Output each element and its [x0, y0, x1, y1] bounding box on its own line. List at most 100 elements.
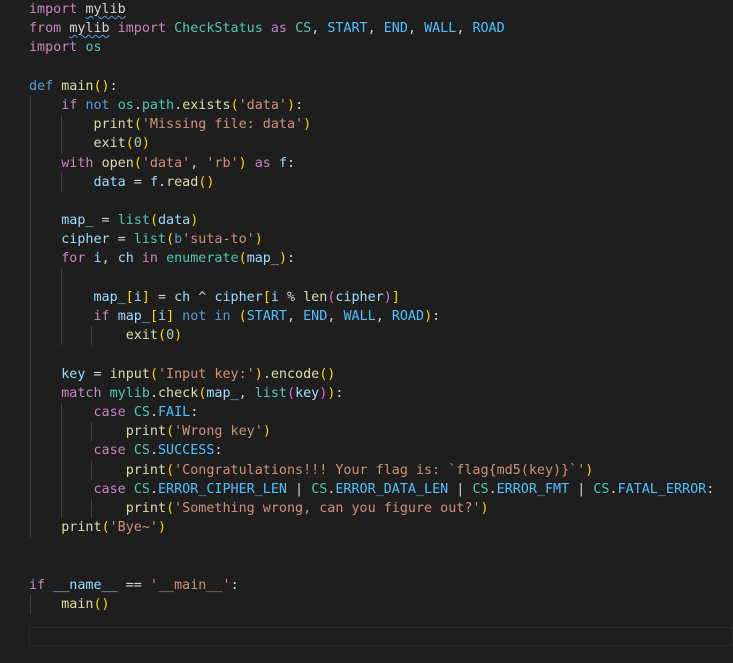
code-token: )	[254, 232, 263, 248]
code-line[interactable]	[29, 345, 733, 365]
code-token: 'Something wrong, can you figure out?'	[174, 500, 481, 516]
line-number	[0, 211, 4, 230]
code-line[interactable]: match mylib.check(map_, list(key)):	[29, 383, 733, 403]
code-token: if	[29, 577, 54, 593]
code-line[interactable]: case CS.SUCCESS:	[29, 441, 733, 461]
code-token: main	[61, 596, 94, 612]
code-token: =	[109, 232, 134, 248]
code-line[interactable]: if __name__ == '__main__':	[29, 576, 733, 595]
code-token: ROAD	[391, 309, 425, 324]
indent-guide	[60, 402, 62, 423]
code-token: START	[327, 21, 368, 37]
code-token: ERROR_CIPHER_LEN	[158, 481, 287, 497]
code-token: check	[158, 385, 199, 401]
code-token: CS	[593, 481, 610, 497]
code-token: ,	[327, 309, 344, 324]
code-token: case	[93, 404, 134, 420]
code-token: data	[158, 213, 191, 229]
code-area[interactable]: import mylib from mylib import CheckStatu…	[29, 0, 733, 652]
code-token: key	[61, 366, 86, 382]
code-token: .	[149, 385, 158, 401]
code-token: )	[254, 366, 263, 382]
indent-guide	[30, 441, 31, 461]
code-line[interactable]: print('Wrong key')	[29, 422, 733, 442]
code-token: [	[262, 289, 271, 305]
code-token: ,	[101, 251, 118, 267]
code-line[interactable]	[29, 191, 733, 212]
code-token: 'data'	[141, 155, 191, 171]
code-line[interactable]: map_[i] = ch ^ cipher[i % len(cipher)]	[29, 287, 733, 307]
code-token: WALL	[424, 21, 457, 37]
code-line[interactable]: def main():	[29, 77, 733, 96]
code-line[interactable]: case CS.FAIL:	[29, 402, 733, 423]
code-line[interactable]: if map_[i] not in (START, END, WALL, ROA…	[29, 307, 733, 327]
line-number	[0, 576, 4, 595]
code-token: ()	[319, 366, 336, 382]
indent-guide	[60, 441, 62, 461]
code-line[interactable]: from mylib import CheckStatus as CS, STA…	[29, 19, 733, 38]
code-line[interactable]: print('Congratulations!!! Your flag is: …	[29, 460, 733, 480]
indent-guide	[60, 460, 62, 480]
code-line[interactable]	[29, 556, 733, 575]
code-line[interactable]: print('Something wrong, can you figure o…	[29, 498, 733, 519]
code-token: not	[85, 97, 118, 113]
code-line[interactable]: print('Missing file: data')	[29, 115, 733, 135]
code-token: :	[287, 155, 296, 171]
current-line-highlight	[29, 627, 733, 646]
code-line[interactable]	[29, 537, 733, 556]
code-line[interactable]: data = f.read()	[29, 172, 733, 192]
code-line[interactable]: if not os.path.exists('data'):	[29, 95, 733, 116]
code-token: def	[29, 78, 62, 94]
code-line[interactable]: exit(0)	[29, 326, 733, 346]
code-token: path	[141, 97, 175, 113]
code-line[interactable]: map_ = list(data)	[29, 211, 733, 231]
code-token: case	[93, 481, 134, 497]
code-token: as	[262, 21, 296, 37]
code-token: |	[569, 481, 594, 497]
code-line[interactable]	[29, 268, 733, 288]
code-token: __name__	[53, 577, 118, 593]
code-token: map_	[246, 251, 279, 267]
code-token: map_	[117, 309, 150, 324]
code-token: )	[174, 328, 183, 344]
indent-guide	[30, 191, 31, 212]
code-token: mylib	[69, 21, 110, 37]
code-token: ^	[190, 289, 215, 305]
code-token: list	[254, 385, 287, 401]
code-token: i	[158, 309, 167, 324]
code-token: :	[432, 309, 441, 324]
code-line[interactable]: print('Bye~')	[29, 518, 733, 538]
code-token: cipher	[214, 289, 263, 305]
line-number-gutter	[0, 0, 8, 663]
code-token: import	[29, 2, 86, 17]
code-token: .	[262, 366, 271, 382]
code-editor[interactable]: import mylib from mylib import CheckStatu…	[0, 0, 733, 663]
code-line[interactable]: import mylib	[29, 0, 733, 19]
code-token: ()	[93, 596, 110, 612]
code-line[interactable]: cipher = list(b'suta-to')	[29, 230, 733, 250]
indent-guide	[30, 326, 31, 346]
code-token: .	[609, 481, 618, 497]
line-number	[0, 634, 4, 653]
line-number	[0, 346, 4, 365]
code-line[interactable]: main()	[29, 594, 733, 614]
indent-guide	[30, 287, 31, 307]
indent-guide	[30, 307, 31, 327]
code-line[interactable]: for i, ch in enumerate(map_):	[29, 249, 733, 269]
code-line[interactable]: with open('data', 'rb') as f:	[29, 153, 733, 173]
line-number	[0, 77, 4, 96]
code-token: (	[166, 424, 175, 440]
line-number	[0, 192, 4, 211]
code-line[interactable]: case CS.ERROR_CIPHER_LEN | CS.ERROR_DATA…	[29, 479, 733, 499]
code-line[interactable]: exit(0)	[29, 134, 733, 154]
code-line[interactable]: import os	[29, 38, 733, 57]
code-line[interactable]	[29, 58, 733, 77]
indent-guide	[60, 307, 62, 327]
indent-guide	[60, 287, 62, 307]
code-line[interactable]: key = input('Input key:').encode()	[29, 364, 733, 384]
code-token: ,	[190, 155, 207, 171]
code-token: ,	[287, 309, 304, 324]
